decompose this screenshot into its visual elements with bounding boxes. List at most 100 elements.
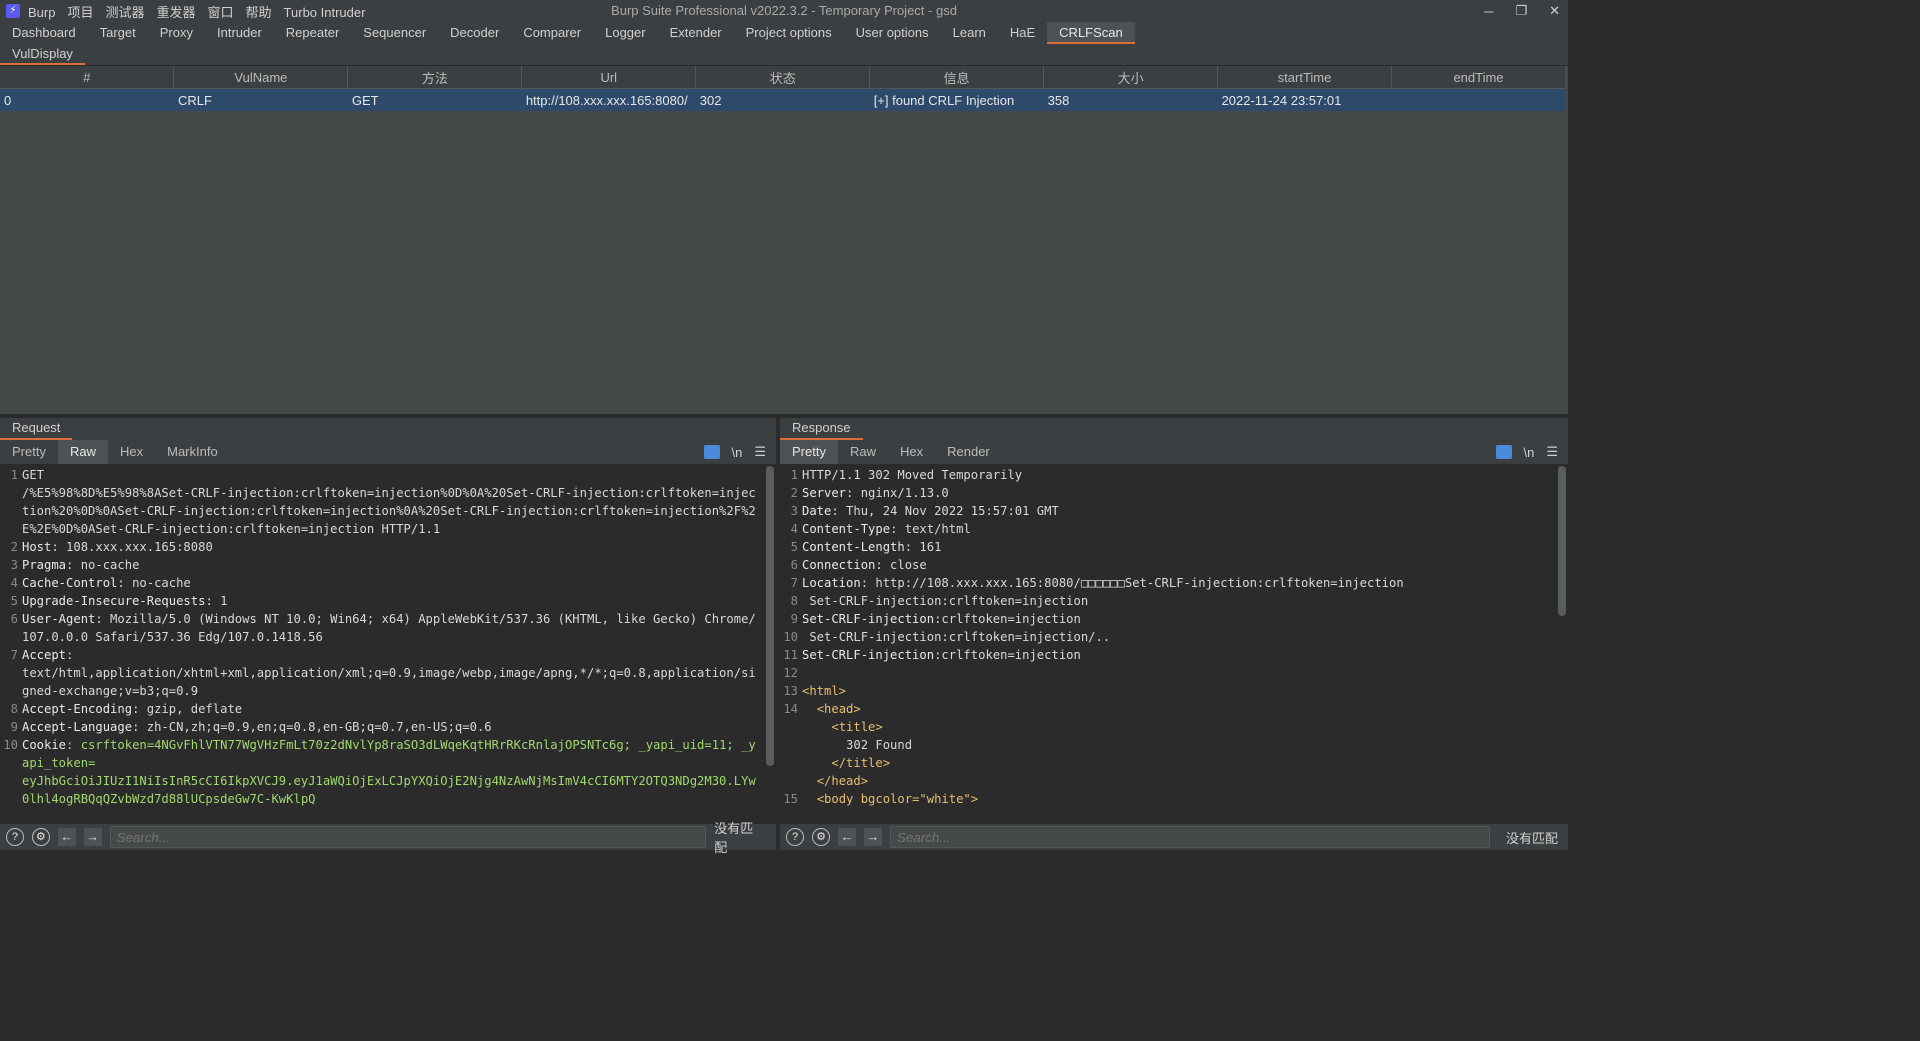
tab-hex[interactable]: Hex [888,440,935,464]
line-number: 10 [3,738,18,752]
tab-intruder[interactable]: Intruder [205,22,274,44]
code-line: 7 Location: http://108.xxx.xxx.165:8080/□… [780,574,1554,592]
subtab-vuldisplay[interactable]: VulDisplay [0,44,85,65]
tab-render[interactable]: Render [935,440,1002,464]
tab-learn[interactable]: Learn [941,22,998,44]
line-text: Set-CRLF-injection:crlftoken=injection [802,592,1088,610]
table-cell[interactable]: GET [347,88,522,111]
column-header[interactable]: 方法 [347,66,523,89]
line-number: 8 [790,594,798,608]
request-scrollbar[interactable] [766,466,774,766]
tab-project-options[interactable]: Project options [734,22,844,44]
tab-hex[interactable]: Hex [108,440,155,464]
column-header[interactable]: 信息 [869,66,1045,89]
code-line: 4 Content-Type: text/html [780,520,1554,538]
line-text: <body bgcolor="white"> [802,790,978,808]
column-header[interactable]: Url [521,66,697,89]
forward-icon[interactable]: → [83,828,102,846]
tab-dashboard[interactable]: Dashboard [0,22,88,44]
close-icon[interactable]: ✕ [1549,3,1560,19]
tab-comparer[interactable]: Comparer [511,22,593,44]
menu-item[interactable]: Turbo Intruder [284,5,366,20]
line-text: Date: Thu, 24 Nov 2022 15:57:01 GMT [802,502,1059,520]
line-number: 3 [790,504,798,518]
request-search-input[interactable] [109,826,707,848]
table-cell[interactable] [1391,88,1566,111]
line-content: HTTP/1.1 302 Moved Temporarily [802,468,1023,482]
column-header[interactable]: VulName [173,66,349,89]
back-icon[interactable]: ← [838,828,856,846]
column-header[interactable]: 大小 [1043,66,1219,89]
column-header[interactable]: endTime [1391,66,1566,89]
table-cell[interactable]: 2022-11-24 23:57:01 [1217,88,1392,111]
tab-raw[interactable]: Raw [838,440,888,464]
table-cell[interactable]: http://108.xxx.xxx.165:8080/ [521,88,696,111]
line-number: 9 [10,720,18,734]
tab-target[interactable]: Target [88,22,148,44]
minimize-icon[interactable]: ─ [1484,4,1493,19]
tab-pretty[interactable]: Pretty [0,440,58,464]
menu-item[interactable]: 窗口 [208,5,234,20]
tab-raw[interactable]: Raw [57,440,108,464]
menu-item[interactable]: 帮助 [246,5,272,20]
line-text: <title> [802,718,882,736]
line-text: Set-CRLF-injection:crlftoken=injection [802,610,1081,628]
response-editor[interactable]: 1 HTTP/1.1 302 Moved Temporarily 2 Server: … [780,466,1554,811]
table-row[interactable]: 0 CRLF GET http://108.xxx.xxx.165:8080/302[… [0,88,1566,111]
tab-crlfscan[interactable]: CRLFScan [1047,22,1135,44]
request-header: Request [0,418,73,440]
tab-logger[interactable]: Logger [593,22,657,44]
code-line: 8 Accept-Encoding: gzip, deflate [0,700,762,718]
menu-item[interactable]: 测试器 [105,5,144,20]
header-name: Content-Type [802,522,891,536]
wrap-lines-icon[interactable] [703,445,720,459]
column-header[interactable]: 状态 [695,66,871,89]
tab-sequencer[interactable]: Sequencer [351,22,438,44]
response-search-input[interactable] [890,826,1490,848]
request-editor[interactable]: 1 GET /%E5%98%8D%E5%98%8ASet-CRLF-injecti… [0,466,762,811]
tab-proxy[interactable]: Proxy [148,22,205,44]
header-value: : http://108.xxx.xxx.165:8080/□□□□□□Set-… [860,576,1404,590]
tab-markinfo[interactable]: MarkInfo [155,440,230,464]
newline-icon[interactable]: \n [1524,445,1535,460]
code-line: 10 Set-CRLF-injection:crlftoken=injectio… [780,628,1554,646]
newline-icon[interactable]: \n [732,445,743,460]
column-header[interactable]: startTime [1217,66,1392,89]
help-icon[interactable]: ? [6,828,24,846]
tab-user-options[interactable]: User options [844,22,941,44]
tab-decoder[interactable]: Decoder [438,22,511,44]
settings-icon[interactable]: ⚙ [31,828,50,846]
restore-icon[interactable]: ❐ [1515,3,1527,19]
tab-extender[interactable]: Extender [658,22,734,44]
header-value: : 1 [205,594,228,608]
menu-icon[interactable]: ☰ [754,444,766,460]
menu-item[interactable]: Burp [28,5,55,20]
settings-icon[interactable]: ⚙ [812,828,830,846]
header-name: Accept-Language [22,720,133,734]
header-name: Accept-Encoding [22,702,133,716]
menu-item[interactable]: 重发器 [157,5,196,20]
wrap-lines-icon[interactable] [1495,445,1512,459]
tab-hae[interactable]: HaE [998,22,1047,44]
line-text: 302 Found [802,736,912,754]
html-tag: <body bgcolor="white"> [802,792,979,806]
table-cell[interactable]: 358 [1043,88,1218,111]
column-header[interactable]: # [0,66,175,89]
line-number: 12 [783,666,798,680]
response-scrollbar[interactable] [1558,466,1566,616]
menu-item[interactable]: 项目 [67,5,93,20]
code-line: 6 Connection: close [780,556,1554,574]
menu-icon[interactable]: ☰ [1546,444,1558,460]
back-icon[interactable]: ← [57,828,76,846]
help-icon[interactable]: ? [786,828,804,846]
table-cell[interactable]: CRLF [173,88,348,111]
tab-repeater[interactable]: Repeater [274,22,351,44]
header-name: Cookie [22,738,67,752]
table-cell[interactable]: [+] found CRLF Injection [869,88,1044,111]
tab-pretty[interactable]: Pretty [780,440,838,464]
forward-icon[interactable]: → [864,828,882,846]
header-value: : csrftoken=4NGvFhlVTN77WgVHzFmLt70z2dNv… [22,738,756,806]
table-cell[interactable]: 302 [695,88,870,111]
subtabs: VulDisplay [0,44,1568,65]
table-cell[interactable]: 0 [0,88,174,111]
